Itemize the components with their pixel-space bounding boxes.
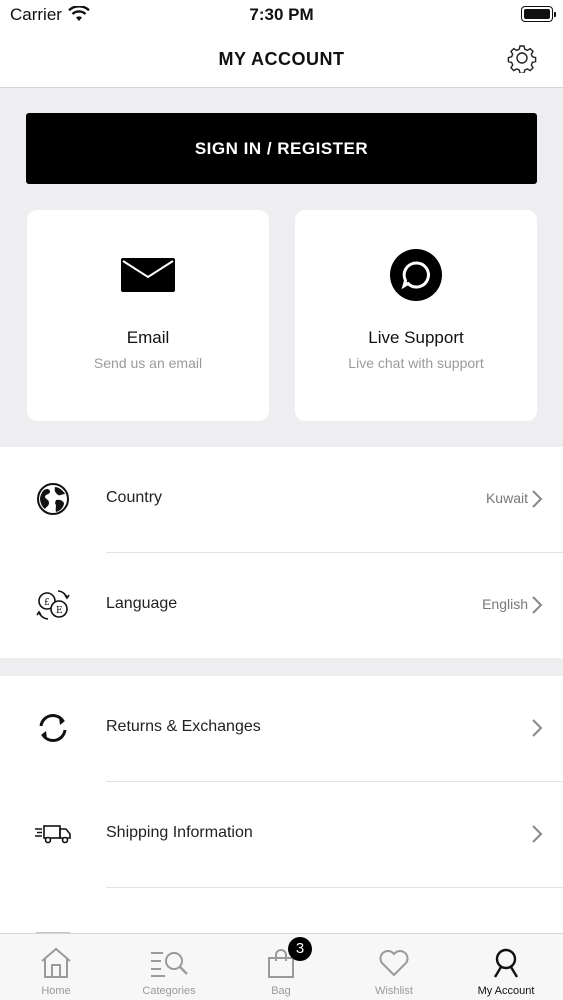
globe-icon <box>33 481 73 517</box>
chevron-right-icon <box>531 595 543 615</box>
heart-icon <box>338 945 450 981</box>
tab-categories[interactable]: Categories <box>113 934 225 1000</box>
chat-bubble-icon <box>295 247 537 303</box>
returns-exchanges-row[interactable]: Returns & Exchanges <box>0 676 563 781</box>
tab-bag[interactable]: 3 Bag <box>225 934 337 1000</box>
live-support-card-title: Live Support <box>368 328 464 347</box>
returns-exchanges-label: Returns & Exchanges <box>106 718 261 735</box>
section-separator <box>0 658 563 676</box>
settings-gear-icon[interactable] <box>507 43 537 74</box>
svg-text:E: E <box>56 606 63 616</box>
language-label: Language <box>106 595 178 612</box>
chevron-right-icon <box>531 489 543 509</box>
envelope-icon <box>27 247 269 303</box>
svg-text:£: £ <box>44 598 50 608</box>
tab-bag-label: Bag <box>271 985 291 997</box>
partial-row[interactable] <box>0 888 563 933</box>
live-support-card-subtitle: Live chat with support <box>348 355 484 371</box>
tab-bar: Home Categories 3 Bag Wishlist My Accoun… <box>0 933 563 1000</box>
email-card-title: Email <box>126 328 170 347</box>
return-arrows-icon <box>33 710 73 746</box>
tab-my-account-label: My Account <box>477 985 535 997</box>
language-row[interactable]: £ E Language English <box>0 553 563 658</box>
tab-home[interactable]: Home <box>0 934 112 1000</box>
tab-wishlist-label: Wishlist <box>375 985 413 997</box>
language-value: English <box>482 596 528 612</box>
clock: 7:30 PM <box>249 5 314 24</box>
preferences-section: Country Kuwait £ E Language English <box>0 447 563 658</box>
country-value: Kuwait <box>485 490 528 506</box>
tab-my-account[interactable]: My Account <box>450 934 562 1000</box>
currency-exchange-icon: £ E <box>33 587 73 623</box>
shipping-information-label: Shipping Information <box>106 824 253 841</box>
tab-home-label: Home <box>41 985 71 997</box>
info-section: Returns & Exchanges Shipping Information <box>0 676 563 933</box>
document-icon <box>33 922 73 933</box>
tab-categories-label: Categories <box>142 985 196 997</box>
delivery-truck-icon <box>33 816 73 852</box>
country-label: Country <box>106 489 163 506</box>
sign-in-register-button[interactable]: SIGN IN / REGISTER <box>26 113 537 184</box>
email-card-subtitle: Send us an email <box>93 355 203 371</box>
user-icon <box>450 945 562 981</box>
country-row[interactable]: Country Kuwait <box>0 447 563 552</box>
home-icon <box>0 945 112 981</box>
live-support-card[interactable]: Live Support Live chat with support <box>295 210 537 421</box>
email-card[interactable]: Email Send us an email <box>27 210 269 421</box>
chevron-right-icon <box>531 824 543 844</box>
page-title: MY ACCOUNT <box>218 49 345 69</box>
shopping-bag-icon <box>225 945 337 981</box>
bag-count-badge: 3 <box>288 937 312 961</box>
chevron-right-icon <box>531 718 543 738</box>
account-header-section: SIGN IN / REGISTER Email Send us an emai… <box>0 88 563 447</box>
battery-icon <box>521 6 556 22</box>
shipping-information-row[interactable]: Shipping Information <box>0 782 563 887</box>
categories-search-icon <box>113 945 225 981</box>
status-bar: Carrier 7:30 PM <box>0 0 563 30</box>
navigation-bar: MY ACCOUNT <box>0 30 563 88</box>
tab-wishlist[interactable]: Wishlist <box>338 934 450 1000</box>
